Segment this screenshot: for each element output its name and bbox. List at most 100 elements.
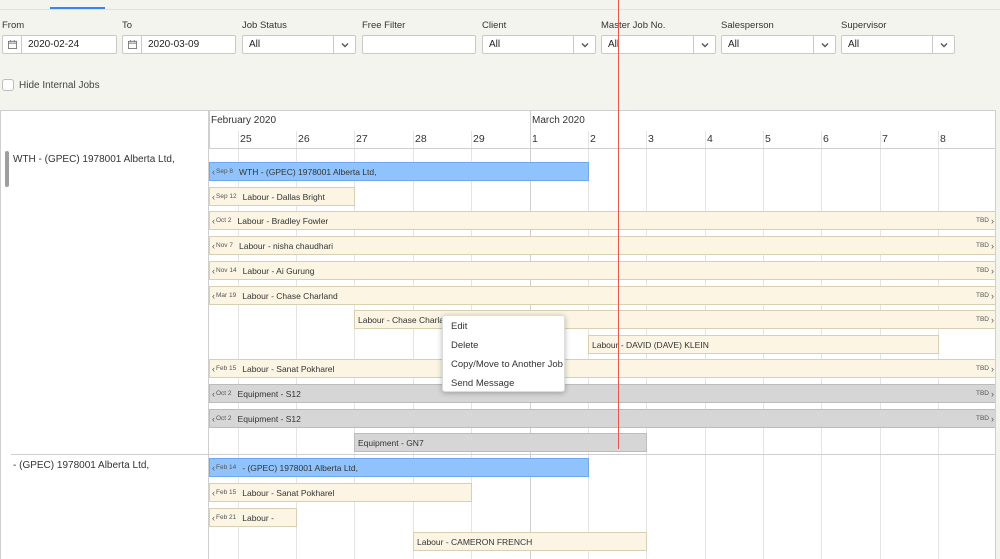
chevron-down-icon[interactable] xyxy=(932,36,954,53)
context-menu-send-message[interactable]: Send Message xyxy=(451,378,514,389)
hide-internal-jobs-checkbox[interactable] xyxy=(2,79,14,91)
chevron-left-icon[interactable]: ‹ Sep 12 xyxy=(212,192,237,202)
to-label: To xyxy=(122,20,133,31)
chevron-left-icon[interactable]: ‹ Feb 15 xyxy=(212,364,236,374)
month-label: March 2020 xyxy=(532,115,585,126)
day-label: 1 xyxy=(532,133,538,145)
bar-start-date: Nov 7 xyxy=(216,242,233,249)
chevron-left-icon[interactable]: ‹ Oct 2 xyxy=(212,389,232,399)
job-bar-label: Labour - DAVID (DAVE) KLEIN xyxy=(592,339,709,350)
chevron-right-icon[interactable]: TBD › xyxy=(976,291,994,301)
calendar-icon[interactable] xyxy=(123,36,142,53)
chevron-right-glyph: › xyxy=(991,314,994,325)
tab-bar-divider xyxy=(0,9,1000,10)
context-menu: Edit Delete Copy/Move to Another Job Sen… xyxy=(442,315,565,392)
supervisor-value: All xyxy=(848,39,860,50)
group-divider xyxy=(209,454,995,455)
context-menu-copy-move[interactable]: Copy/Move to Another Job xyxy=(451,359,563,370)
group-divider xyxy=(11,454,209,455)
chevron-left-icon[interactable]: ‹ Nov 7 xyxy=(212,241,233,251)
chevron-left-icon[interactable]: ‹ Mar 19 xyxy=(212,291,236,301)
chevron-left-icon[interactable]: ‹ Oct 2 xyxy=(212,216,232,226)
bar-start-date: Nov 14 xyxy=(216,267,237,274)
chevron-down-icon[interactable] xyxy=(813,36,835,53)
job-bar[interactable]: ‹ Feb 14 - (GPEC) 1978001 Alberta Ltd, xyxy=(209,458,589,477)
chevron-right-glyph: › xyxy=(991,215,994,226)
chevron-left-glyph: ‹ xyxy=(212,363,215,374)
chevron-right-glyph: › xyxy=(991,413,994,424)
chevron-left-glyph: ‹ xyxy=(212,215,215,226)
job-bar[interactable]: ‹ Mar 19 Labour - Chase Charland TBD › xyxy=(209,286,995,305)
calendar-icon[interactable] xyxy=(3,36,22,53)
job-bar[interactable]: ‹ Sep 8 WTH - (GPEC) 1978001 Alberta Ltd, xyxy=(209,162,589,181)
chevron-down-icon[interactable] xyxy=(333,36,355,53)
job-bar[interactable]: Labour - DAVID (DAVE) KLEIN xyxy=(588,335,939,354)
chevron-right-icon[interactable]: TBD › xyxy=(976,241,994,251)
job-bar-label: WTH - (GPEC) 1978001 Alberta Ltd, xyxy=(239,166,377,177)
day-label: 25 xyxy=(240,133,252,145)
bar-end-tbd: TBD xyxy=(976,365,989,372)
chevron-down-icon[interactable] xyxy=(573,36,595,53)
hide-internal-jobs-toggle[interactable]: Hide Internal Jobs xyxy=(2,79,100,91)
from-date-input[interactable]: 2020-02-24 xyxy=(2,35,117,54)
vertical-scrollbar[interactable] xyxy=(5,151,9,187)
chevron-right-glyph: › xyxy=(991,388,994,399)
job-group-name[interactable]: - (GPEC) 1978001 Alberta Ltd, xyxy=(13,460,149,471)
free-filter-label: Free Filter xyxy=(362,20,406,31)
chevron-left-glyph: ‹ xyxy=(212,290,215,301)
chevron-left-icon[interactable]: ‹ Feb 21 xyxy=(212,513,236,523)
to-date-input[interactable]: 2020-03-09 xyxy=(122,35,236,54)
chevron-left-icon[interactable]: ‹ Feb 14 xyxy=(212,463,236,473)
job-status-select[interactable]: All xyxy=(242,35,356,54)
job-bar[interactable]: ‹ Feb 15 Labour - Sanat Pokharel xyxy=(209,483,472,502)
chevron-right-glyph: › xyxy=(991,363,994,374)
job-bar[interactable]: Labour - CAMERON FRENCH xyxy=(413,532,647,551)
chevron-right-icon[interactable]: TBD › xyxy=(976,315,994,325)
bar-start-date: Feb 21 xyxy=(216,514,237,521)
chevron-down-icon[interactable] xyxy=(693,36,715,53)
bar-end-tbd: TBD xyxy=(976,242,989,249)
job-bar-label: Labour - CAMERON FRENCH xyxy=(417,536,533,547)
client-select[interactable]: All xyxy=(482,35,596,54)
day-label: 8 xyxy=(940,133,946,145)
job-bar-label: Labour - Chase Charland xyxy=(242,290,338,301)
job-bar[interactable]: ‹ Oct 2 Equipment - S12 TBD › xyxy=(209,409,995,428)
chevron-right-icon[interactable]: TBD › xyxy=(976,364,994,374)
job-bar-label: Labour - Bradley Fowler xyxy=(237,215,329,226)
client-value: All xyxy=(489,39,501,50)
job-group-name[interactable]: WTH - (GPEC) 1978001 Alberta Ltd, xyxy=(13,154,175,165)
supervisor-select[interactable]: All xyxy=(841,35,955,54)
chevron-left-glyph: ‹ xyxy=(212,388,215,399)
job-bar-label: - (GPEC) 1978001 Alberta Ltd, xyxy=(242,462,359,473)
chevron-right-icon[interactable]: TBD › xyxy=(976,216,994,226)
job-bar[interactable]: ‹ Sep 12 Labour - Dallas Bright xyxy=(209,187,355,206)
job-group-column: WTH - (GPEC) 1978001 Alberta Ltd, - (GPE… xyxy=(1,111,209,559)
salesperson-value: All xyxy=(728,39,740,50)
chevron-left-glyph: ‹ xyxy=(212,487,215,498)
free-filter-input[interactable] xyxy=(362,35,476,54)
job-bar[interactable]: ‹ Nov 14 Labour - Ai Gurung TBD › xyxy=(209,261,995,280)
job-bar[interactable]: ‹ Oct 2 Labour - Bradley Fowler TBD › xyxy=(209,211,995,230)
job-bar[interactable]: ‹ Oct 2 Equipment - S12 TBD › xyxy=(209,384,995,403)
job-bar-label: Labour - xyxy=(242,512,274,523)
chevron-right-icon[interactable]: TBD › xyxy=(976,266,994,276)
filter-bar: From 2020-02-24 To 2020-03-09 Job Status… xyxy=(0,20,1000,60)
context-menu-edit[interactable]: Edit xyxy=(451,321,467,332)
chevron-left-icon[interactable]: ‹ Sep 8 xyxy=(212,167,233,177)
bar-start-date: Feb 15 xyxy=(216,365,237,372)
job-bar[interactable]: Equipment - GN7 xyxy=(354,433,647,452)
salesperson-select[interactable]: All xyxy=(721,35,836,54)
chevron-right-icon[interactable]: TBD › xyxy=(976,414,994,424)
job-bar-label: Labour - nisha chaudhari xyxy=(238,240,334,251)
chevron-left-icon[interactable]: ‹ Nov 14 xyxy=(212,266,237,276)
job-bar[interactable]: ‹ Nov 7 Labour - nisha chaudhari TBD › xyxy=(209,236,995,255)
chevron-right-glyph: › xyxy=(991,265,994,276)
context-menu-delete[interactable]: Delete xyxy=(451,340,478,351)
chevron-left-glyph: ‹ xyxy=(212,191,215,202)
chevron-right-icon[interactable]: TBD › xyxy=(976,389,994,399)
job-bar[interactable]: ‹ Feb 21 Labour - xyxy=(209,508,297,527)
job-bar[interactable]: ‹ Feb 15 Labour - Sanat Pokharel TBD › xyxy=(209,359,995,378)
chevron-left-icon[interactable]: ‹ Feb 15 xyxy=(212,488,236,498)
chevron-left-icon[interactable]: ‹ Oct 2 xyxy=(212,414,232,424)
timeline-header: February 2020 March 2020 xyxy=(209,111,995,149)
